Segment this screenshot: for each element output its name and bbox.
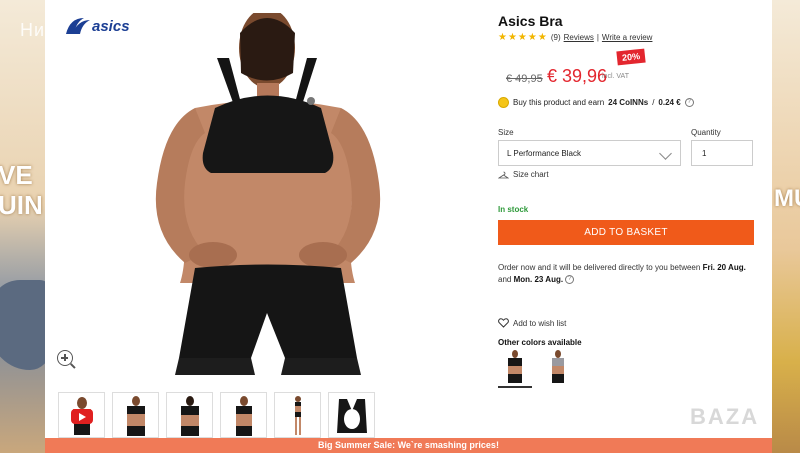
delivery-and: and bbox=[498, 275, 512, 284]
color-option-black[interactable] bbox=[498, 348, 532, 388]
reviews-link[interactable]: Reviews bbox=[564, 33, 594, 42]
current-price: € 39,96 bbox=[547, 66, 608, 86]
left-side-banner[interactable]: VE UIN B bbox=[0, 0, 45, 453]
size-select[interactable]: L Performance Black bbox=[498, 140, 681, 166]
info-icon[interactable]: ? bbox=[684, 98, 694, 107]
other-colors-heading: Other colors available bbox=[498, 338, 582, 347]
discount-badge: 20% bbox=[616, 48, 646, 66]
wishlist-label: Add to wish list bbox=[513, 318, 567, 328]
thumbnail-full-body[interactable] bbox=[274, 392, 321, 438]
color-option-grey[interactable] bbox=[541, 348, 575, 388]
hanger-icon bbox=[497, 171, 510, 179]
product-title: Asics Bra bbox=[498, 13, 563, 29]
sale-banner[interactable]: Big Summer Sale: We`re smashing prices! bbox=[45, 438, 772, 453]
thumbnail-front[interactable] bbox=[112, 392, 159, 438]
delivery-date-2: Mon. 23 Aug. bbox=[513, 275, 564, 284]
watermark-bottom-right: BAZA bbox=[690, 404, 760, 429]
left-promo-text: VE UIN B bbox=[0, 160, 43, 220]
earn-prefix: Buy this product and earn bbox=[513, 98, 605, 107]
size-chart-label: Size chart bbox=[513, 170, 549, 179]
loyalty-points-row: Buy this product and earn 24 CoINNs / 0.… bbox=[498, 97, 694, 108]
old-price: € 49,95 bbox=[506, 73, 543, 85]
earn-separator: / bbox=[652, 98, 655, 107]
star-rating-icon: ★★★★★ bbox=[498, 32, 548, 43]
youtube-play-icon bbox=[71, 409, 93, 424]
size-label: Size bbox=[498, 128, 514, 137]
add-to-basket-button[interactable]: ADD TO BASKET bbox=[498, 220, 754, 245]
stock-status: In stock bbox=[498, 205, 529, 214]
quantity-label: Quantity bbox=[691, 128, 721, 137]
size-select-value: L Performance Black bbox=[507, 149, 581, 158]
thumbnail-strip bbox=[58, 392, 375, 438]
asics-logo: asics bbox=[62, 14, 137, 38]
delivery-text: Order now and it will be delivered direc… bbox=[498, 263, 701, 272]
thumbnail-video[interactable] bbox=[58, 392, 105, 438]
quantity-input[interactable] bbox=[691, 140, 753, 166]
add-to-wishlist-button[interactable]: Add to wish list bbox=[498, 318, 566, 328]
main-product-image[interactable] bbox=[45, 13, 485, 375]
thumbnail-back[interactable] bbox=[166, 392, 213, 438]
svg-text:asics: asics bbox=[92, 18, 130, 35]
delivery-info-icon[interactable]: ? bbox=[565, 275, 575, 285]
size-chart-link[interactable]: Size chart bbox=[497, 170, 549, 179]
vat-note: incl. VAT bbox=[602, 73, 629, 80]
right-side-banner[interactable]: MU bbox=[772, 0, 800, 453]
rating-separator: | bbox=[596, 33, 599, 42]
chevron-down-icon bbox=[659, 147, 672, 160]
thumbnail-side[interactable] bbox=[220, 392, 267, 438]
rating-row: ★★★★★ (9) Reviews | Write a review bbox=[498, 32, 652, 43]
earn-points: 24 CoINNs bbox=[608, 98, 649, 107]
thumbnail-product-only[interactable] bbox=[328, 392, 375, 438]
watermark-top-left: Ни... bbox=[20, 20, 64, 40]
delivery-info: Order now and it will be delivered direc… bbox=[498, 262, 760, 286]
write-review-link[interactable]: Write a review bbox=[602, 33, 653, 42]
right-promo-text: MU bbox=[774, 185, 800, 212]
delivery-date-1: Fri. 20 Aug. bbox=[702, 263, 746, 272]
heart-icon bbox=[498, 318, 509, 328]
reviews-count: (9) bbox=[550, 33, 561, 42]
coin-icon bbox=[498, 97, 509, 108]
zoom-icon[interactable] bbox=[57, 350, 73, 366]
shoe-image bbox=[0, 280, 45, 370]
earn-value: 0.24 € bbox=[658, 98, 681, 107]
